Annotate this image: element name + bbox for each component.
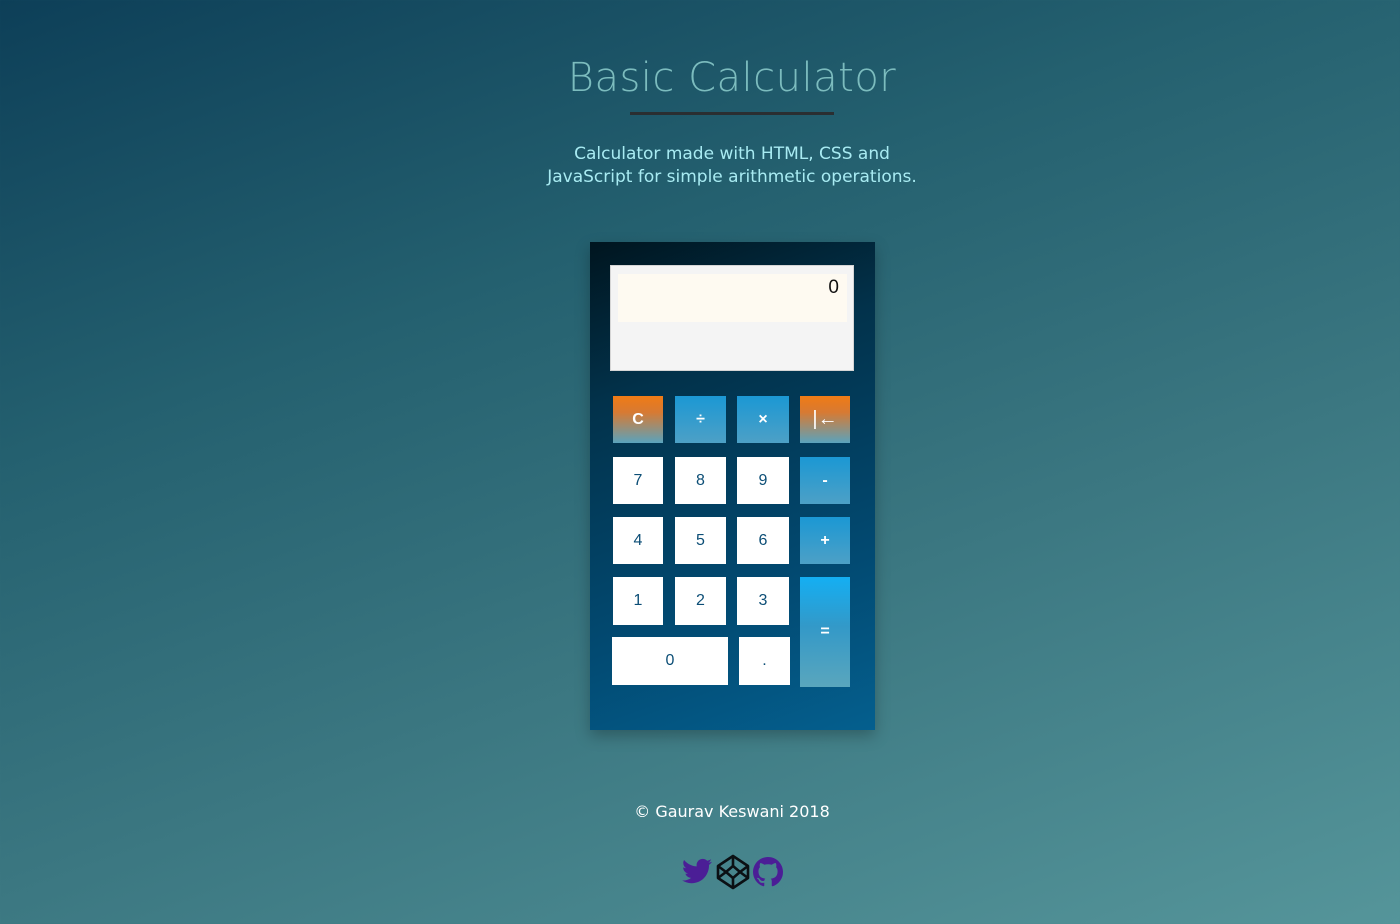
equals-button[interactable]: =: [800, 577, 850, 687]
key-6-button[interactable]: 6: [737, 517, 789, 564]
multiply-button[interactable]: ×: [737, 396, 789, 443]
backspace-button[interactable]: |←: [800, 396, 850, 443]
key-5-button[interactable]: 5: [675, 517, 726, 564]
key-0-button[interactable]: 0: [612, 637, 728, 685]
key-4-button[interactable]: 4: [613, 517, 663, 564]
page-title: Basic Calculator: [567, 55, 897, 101]
minus-button[interactable]: -: [800, 457, 850, 504]
display-value: 0: [618, 274, 847, 322]
page-subtitle: Calculator made with HTML, CSS and JavaS…: [547, 144, 917, 187]
key-8-button[interactable]: 8: [675, 457, 726, 504]
key-9-button[interactable]: 9: [737, 457, 789, 504]
github-icon[interactable]: [753, 857, 783, 887]
divide-button[interactable]: ÷: [675, 396, 726, 443]
key-2-button[interactable]: 2: [675, 577, 726, 625]
decimal-button[interactable]: .: [739, 637, 790, 685]
calculator: 0 C ÷ × |← 7 8 9 - 4 5 6 + 1 2 3 = 0 .: [590, 242, 875, 730]
calculator-screen: 0: [610, 265, 854, 371]
codepen-icon[interactable]: [716, 854, 750, 890]
title-divider: [630, 112, 834, 115]
plus-button[interactable]: +: [800, 517, 850, 564]
key-1-button[interactable]: 1: [613, 577, 663, 625]
twitter-icon[interactable]: [682, 856, 712, 886]
clear-button[interactable]: C: [613, 396, 663, 443]
key-3-button[interactable]: 3: [737, 577, 789, 625]
key-7-button[interactable]: 7: [613, 457, 663, 504]
footer-copyright: © Gaurav Keswani 2018: [634, 802, 830, 821]
